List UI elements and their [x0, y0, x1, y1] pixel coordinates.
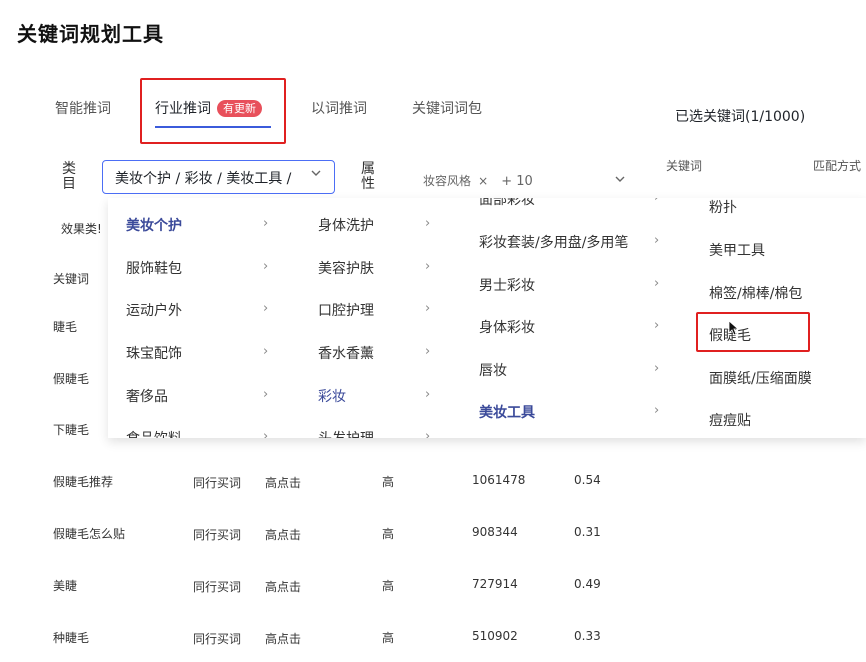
cascader-item[interactable]: 美甲工具 [709, 240, 765, 260]
cascader-item[interactable]: 身体洗护 [318, 215, 374, 235]
cascader-item[interactable]: 头发护理 [318, 428, 374, 438]
tab-keyword-pack[interactable]: 关键词词包 [412, 98, 482, 118]
attribute-label: 属性 [361, 161, 375, 192]
cascader-item[interactable]: 运动户外 [126, 300, 182, 320]
cascader-item-beauty-tools[interactable]: 美妆工具 [479, 402, 535, 422]
cascader-item[interactable]: 棉签/棉棒/棉包 [709, 283, 802, 303]
chevron-right-icon: › [425, 301, 431, 316]
cascader-item[interactable]: 彩妆套装/多用盘/多用笔 [479, 232, 628, 252]
row-keyword: 美睫 [53, 579, 78, 593]
chevron-right-icon: › [425, 216, 431, 231]
cascader-item[interactable]: 美容护肤 [318, 258, 374, 278]
row-ratio: 0.49 [574, 577, 601, 591]
row-volume: 1061478 [472, 473, 526, 487]
chevron-right-icon: › [654, 361, 660, 376]
row-keyword: 种睫毛 [53, 631, 90, 645]
selected-col-keyword: 关键词 [666, 159, 703, 173]
row-source: 同行买词 [193, 528, 242, 542]
chevron-right-icon: › [263, 216, 269, 231]
cascader-column-3: 面部彩妆 › 彩妆套装/多用盘/多用笔 › 男士彩妆 › 身体彩妆 › 唇妆 ›… [458, 198, 678, 438]
side-list-item[interactable]: 睫毛 [53, 318, 77, 335]
effect-type-label: 效果类! [61, 222, 102, 236]
cascader-item[interactable]: 男士彩妆 [479, 275, 535, 295]
row-click: 高点击 [265, 580, 302, 594]
cascader-item[interactable]: 面膜纸/压缩面膜 [709, 368, 812, 388]
row-source: 同行买词 [193, 580, 242, 594]
chevron-right-icon: › [263, 429, 269, 438]
chevron-right-icon: › [263, 344, 269, 359]
side-list-header: 关键词 [53, 272, 90, 286]
row-level: 高 [382, 631, 395, 645]
cascader-item[interactable]: 香水香薰 [318, 343, 374, 363]
tab-word-recommend[interactable]: 以词推词 [311, 98, 367, 118]
chevron-right-icon: › [263, 387, 269, 402]
cascader-item[interactable]: 奢侈品 [126, 386, 168, 406]
item-highlight-box [696, 312, 810, 352]
cascader-item-beauty[interactable]: 美妆个护 [126, 215, 182, 235]
chevron-right-icon: › [654, 198, 659, 205]
chevron-right-icon: › [654, 318, 660, 333]
tag-close-icon[interactable]: × [478, 174, 488, 188]
attribute-select[interactable]: 妆容风格 × + 10 [423, 170, 533, 189]
cascader-item[interactable]: 面部彩妆 [479, 198, 535, 209]
tab-highlight-box [140, 78, 286, 144]
attribute-tag: 妆容风格 [423, 174, 472, 188]
chevron-right-icon: › [654, 233, 660, 248]
cascader-column-2: 身体洗护 › 美容护肤 › 口腔护理 › 香水香薰 › 彩妆 › 头发护理 › [298, 198, 458, 438]
cascader-item[interactable]: 食品饮料 [126, 428, 182, 438]
selected-keywords-title: 已选关键词(1/1000) [675, 109, 806, 125]
cascader-item-makeup[interactable]: 彩妆 [318, 386, 346, 406]
chevron-right-icon: › [425, 387, 431, 402]
chevron-right-icon: › [654, 276, 660, 291]
cascader-column-1: 美妆个护 › 服饰鞋包 › 运动户外 › 珠宝配饰 › 奢侈品 › 食品饮料 › [108, 198, 298, 438]
side-list-item[interactable]: 下睫毛 [53, 421, 89, 438]
cascader-item[interactable]: 身体彩妆 [479, 317, 535, 337]
row-volume: 727914 [472, 577, 518, 591]
category-select[interactable]: 美妆个护 / 彩妆 / 美妆工具 / [102, 160, 335, 194]
row-ratio: 0.54 [574, 473, 601, 487]
chevron-right-icon: › [263, 259, 269, 274]
row-source: 同行买词 [193, 632, 242, 646]
side-list-item[interactable]: 假睫毛 [53, 370, 89, 387]
row-keyword: 假睫毛怎么贴 [53, 527, 126, 541]
attribute-more-count: + 10 [501, 174, 533, 189]
row-volume: 908344 [472, 525, 518, 539]
cascader-item[interactable]: 口腔护理 [318, 300, 374, 320]
cascader-item[interactable]: 痘痘贴 [709, 410, 751, 430]
selected-col-match: 匹配方式 [813, 159, 862, 173]
cascader-item[interactable]: 服饰鞋包 [126, 258, 182, 278]
row-level: 高 [382, 475, 395, 489]
row-keyword: 假睫毛推荐 [53, 475, 114, 489]
row-click: 高点击 [265, 632, 302, 646]
mouse-cursor-icon [728, 320, 740, 340]
row-volume: 510902 [472, 629, 518, 643]
chevron-right-icon: › [263, 301, 269, 316]
row-level: 高 [382, 579, 395, 593]
page-title: 关键词规划工具 [17, 22, 164, 46]
category-label: 类目 [62, 161, 76, 192]
cascader-item[interactable]: 唇妆 [479, 360, 507, 380]
chevron-right-icon: › [654, 403, 660, 418]
row-level: 高 [382, 527, 395, 541]
tab-smart-recommend[interactable]: 智能推词 [55, 98, 111, 118]
chevron-down-icon [310, 167, 322, 182]
chevron-right-icon: › [425, 259, 431, 274]
row-ratio: 0.33 [574, 629, 601, 643]
category-value: 美妆个护 / 彩妆 / 美妆工具 / [115, 171, 292, 187]
chevron-right-icon: › [425, 429, 431, 438]
row-click: 高点击 [265, 528, 302, 542]
attribute-chevron-down-icon[interactable] [614, 170, 626, 189]
cascader-item[interactable]: 粉扑 [709, 198, 737, 217]
chevron-right-icon: › [425, 344, 431, 359]
row-click: 高点击 [265, 476, 302, 490]
row-ratio: 0.31 [574, 525, 601, 539]
cascader-item[interactable]: 珠宝配饰 [126, 343, 182, 363]
row-source: 同行买词 [193, 476, 242, 490]
